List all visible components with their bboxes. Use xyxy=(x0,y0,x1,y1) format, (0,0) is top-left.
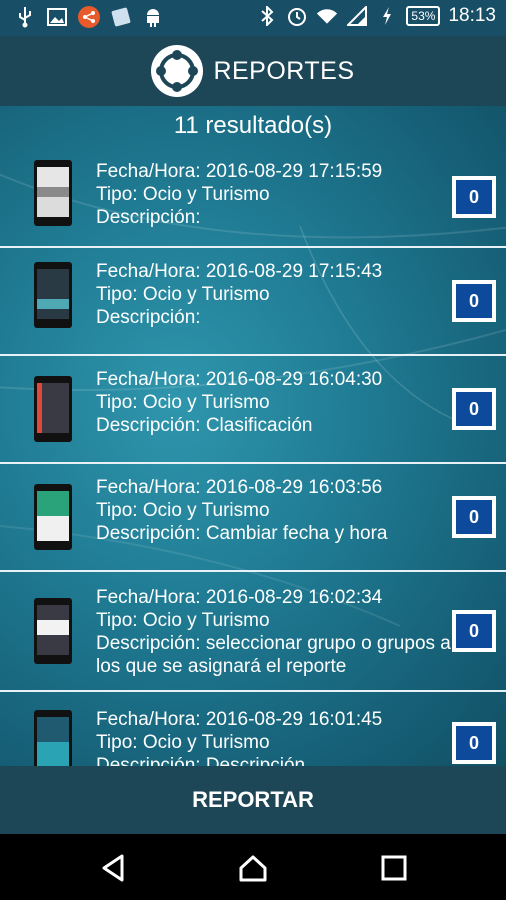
report-datetime: Fecha/Hora: 2016-08-29 16:03:56 xyxy=(96,477,383,498)
report-datetime: Fecha/Hora: 2016-08-29 17:15:59 xyxy=(96,161,383,182)
report-type: Tipo: Ocio y Turismo xyxy=(96,284,270,305)
report-description: Descripción: xyxy=(96,207,201,228)
report-description: Descripción: seleccionar grupo o grupos … xyxy=(96,633,451,677)
image-icon xyxy=(46,6,68,28)
report-item[interactable]: Fecha/Hora: 2016-08-29 16:04:30 Tipo: Oc… xyxy=(0,356,506,464)
report-count-badge: 0 xyxy=(452,722,496,764)
reports-content: 11 resultado(s) Fecha/Hora: 2016-08-29 1… xyxy=(0,106,506,766)
report-item[interactable]: Fecha/Hora: 2016-08-29 17:15:43 Tipo: Oc… xyxy=(0,248,506,356)
report-datetime: Fecha/Hora: 2016-08-29 16:01:45 xyxy=(96,709,383,730)
reports-list: Fecha/Hora: 2016-08-29 17:15:59 Tipo: Oc… xyxy=(0,150,506,766)
report-item[interactable]: Fecha/Hora: 2016-08-29 16:03:56 Tipo: Oc… xyxy=(0,464,506,572)
report-description: Descripción: Descripción xyxy=(96,755,306,766)
report-type: Tipo: Ocio y Turismo xyxy=(96,732,270,753)
battery-level: 53% xyxy=(406,6,441,26)
share-icon xyxy=(78,6,100,28)
report-count-badge: 0 xyxy=(452,176,496,218)
report-description: Descripción: xyxy=(96,307,201,328)
clock: 18:13 xyxy=(448,5,496,26)
report-description: Descripción: Cambiar fecha y hora xyxy=(96,523,388,544)
report-datetime: Fecha/Hora: 2016-08-29 16:04:30 xyxy=(96,369,383,390)
report-item[interactable]: Fecha/Hora: 2016-08-29 16:01:45 Tipo: Oc… xyxy=(0,692,506,766)
report-thumbnail xyxy=(34,484,72,550)
report-item[interactable]: Fecha/Hora: 2016-08-29 16:02:34 Tipo: Oc… xyxy=(0,572,506,692)
signal-icon xyxy=(346,5,368,27)
status-bar: 53% 18:13 xyxy=(0,0,506,36)
report-type: Tipo: Ocio y Turismo xyxy=(96,610,270,631)
usb-icon xyxy=(14,6,36,28)
page-title: REPORTES xyxy=(213,56,355,85)
report-count-badge: 0 xyxy=(452,496,496,538)
app-logo xyxy=(151,45,204,97)
report-count-badge: 0 xyxy=(452,610,496,652)
report-datetime: Fecha/Hora: 2016-08-29 16:02:34 xyxy=(96,587,383,608)
report-type: Tipo: Ocio y Turismo xyxy=(96,392,270,413)
bluetooth-icon xyxy=(256,5,278,27)
battery-icon xyxy=(376,5,398,27)
report-button[interactable]: REPORTAR xyxy=(0,766,506,834)
home-icon[interactable] xyxy=(237,852,269,884)
report-item[interactable]: Fecha/Hora: 2016-08-29 17:15:59 Tipo: Oc… xyxy=(0,150,506,248)
recents-icon[interactable] xyxy=(378,852,410,884)
report-count-badge: 0 xyxy=(452,388,496,430)
report-type: Tipo: Ocio y Turismo xyxy=(96,500,270,521)
android-icon xyxy=(142,6,164,28)
navigation-bar xyxy=(0,834,506,900)
results-count: 11 resultado(s) xyxy=(173,112,333,139)
app-bar: REPORTES xyxy=(0,36,506,106)
report-thumbnail xyxy=(34,598,72,664)
wifi-icon xyxy=(316,5,338,27)
report-count-badge: 0 xyxy=(452,280,496,322)
report-datetime: Fecha/Hora: 2016-08-29 17:15:43 xyxy=(96,261,383,282)
report-type: Tipo: Ocio y Turismo xyxy=(96,184,270,205)
card-icon xyxy=(110,6,132,28)
back-icon[interactable] xyxy=(98,852,130,884)
report-thumbnail xyxy=(34,710,72,766)
report-description: Descripción: Clasificación xyxy=(96,415,313,436)
alarm-icon xyxy=(286,5,308,27)
report-thumbnail xyxy=(34,262,72,328)
report-thumbnail xyxy=(34,376,72,442)
report-thumbnail xyxy=(34,160,72,226)
